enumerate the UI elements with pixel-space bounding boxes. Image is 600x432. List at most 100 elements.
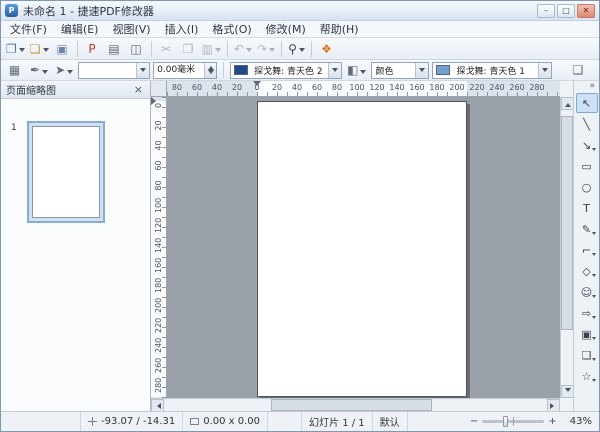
- shadow-button[interactable]: ❑: [567, 61, 588, 79]
- menu-file[interactable]: 文件(F): [3, 20, 54, 38]
- line-style-combo[interactable]: [78, 62, 150, 79]
- area-type-combo[interactable]: 颜色: [371, 62, 429, 79]
- tool-stars[interactable]: ☆: [576, 366, 598, 386]
- line-color-dropdown-button[interactable]: [328, 63, 341, 78]
- fill-color-combo[interactable]: 探戈舞: 青天色 1: [432, 62, 552, 79]
- menu-format[interactable]: 格式(O): [205, 20, 258, 38]
- v-ruler-label: 40: [154, 138, 163, 153]
- save-button[interactable]: ▣: [52, 39, 73, 58]
- zoom-slider-thumb[interactable]: [503, 416, 508, 427]
- zoom-value[interactable]: 43%: [570, 416, 592, 427]
- cut-button[interactable]: ✂: [156, 39, 177, 58]
- line-width-value[interactable]: 0.00毫米: [154, 63, 204, 78]
- zoom-in-icon[interactable]: +: [548, 417, 556, 427]
- area-style-button[interactable]: ◧: [345, 61, 368, 79]
- tool-arrow[interactable]: ↘: [576, 135, 598, 155]
- paste-button[interactable]: ▥: [200, 39, 223, 58]
- close-button[interactable]: ✕: [577, 4, 595, 18]
- toolbar-standard: ❐❏▣P▤◫✂❐▥↶↷⚲❖: [1, 38, 599, 60]
- toolbar-overflow-icon[interactable]: »: [589, 81, 599, 93]
- horizontal-ruler[interactable]: 8060402002040608010012014016018020022024…: [167, 81, 560, 97]
- menu-modify[interactable]: 修改(M): [259, 20, 313, 38]
- app-logo-button[interactable]: ❖: [316, 39, 337, 58]
- line-style-button[interactable]: ✒: [28, 61, 50, 79]
- rectangle-icon: ▭: [581, 161, 591, 172]
- undo-icon: ↶: [234, 43, 244, 55]
- v-scroll-thumb[interactable]: [561, 116, 573, 331]
- h-scroll-track[interactable]: [164, 399, 547, 411]
- document-page[interactable]: [257, 101, 467, 397]
- caret-down-icon: [332, 68, 338, 75]
- tool-block-arrows[interactable]: ⇨: [576, 303, 598, 323]
- open-folder-button[interactable]: ❏: [28, 39, 51, 58]
- fill-color-dropdown-button[interactable]: [538, 63, 551, 78]
- vertical-ruler[interactable]: 020406080100120140160180200220240260280: [151, 97, 167, 398]
- line-width-input[interactable]: 0.00毫米: [153, 62, 217, 79]
- undo-button[interactable]: ↶: [232, 39, 254, 58]
- menu-edit[interactable]: 编辑(E): [54, 20, 106, 38]
- tool-callouts[interactable]: ❏: [576, 345, 598, 365]
- status-zoom-segment[interactable]: 43%: [563, 412, 599, 431]
- tool-line[interactable]: ╲: [576, 114, 598, 134]
- v-ruler-label: 280: [154, 378, 163, 393]
- caret-down-icon: [269, 48, 275, 55]
- v-scroll-track[interactable]: [561, 110, 573, 385]
- zoom-button[interactable]: ⚲: [286, 39, 307, 58]
- page-thumbnail[interactable]: [27, 121, 105, 223]
- zoom-icon: ⚲: [288, 43, 297, 55]
- menu-insert[interactable]: 插入(I): [158, 20, 206, 38]
- pages-panel-title: 页面缩略图: [6, 82, 56, 97]
- slide-indicator: 幻灯片 1 / 1: [309, 414, 365, 429]
- minimize-button[interactable]: –: [537, 4, 555, 18]
- copy-button[interactable]: ❐: [178, 39, 199, 58]
- redo-button[interactable]: ↷: [255, 39, 277, 58]
- tool-basic-shapes[interactable]: ◇: [576, 261, 598, 281]
- tool-connector[interactable]: ⌐: [576, 240, 598, 260]
- status-style-segment[interactable]: 默认: [373, 412, 408, 431]
- area-type-dropdown-button[interactable]: [415, 63, 428, 78]
- zoom-control[interactable]: − +: [464, 417, 563, 427]
- menu-view[interactable]: 视图(V): [105, 20, 157, 38]
- canvas[interactable]: [167, 97, 560, 398]
- caret-down-icon: [592, 232, 596, 237]
- ruler-corner: [151, 81, 167, 97]
- page-style-value[interactable]: 默认: [380, 414, 400, 429]
- line-style-dropdown-button[interactable]: [136, 63, 149, 78]
- tool-text[interactable]: T: [576, 198, 598, 218]
- tool-curve[interactable]: ✎: [576, 219, 598, 239]
- horizontal-scrollbar[interactable]: [151, 398, 560, 411]
- panel-close-icon[interactable]: ×: [132, 84, 145, 95]
- stepper-down-icon[interactable]: [208, 70, 214, 77]
- tool-ellipse[interactable]: ○: [576, 177, 598, 197]
- print-button[interactable]: ▤: [104, 39, 125, 58]
- tool-rectangle[interactable]: ▭: [576, 156, 598, 176]
- arrow-style-button[interactable]: ➤: [53, 61, 75, 79]
- print-preview-button[interactable]: ◫: [126, 39, 147, 58]
- h-ruler-label: 220: [469, 83, 484, 92]
- zoom-slider[interactable]: [482, 420, 544, 423]
- cursor-position-value: -93.07 / -14.31: [101, 416, 175, 427]
- tool-symbol-shapes[interactable]: ☺: [576, 282, 598, 302]
- caret-down-icon: [246, 48, 252, 55]
- line-color-combo[interactable]: 探戈舞: 青天色 2: [230, 62, 342, 79]
- caret-down-icon: [592, 148, 596, 153]
- tool-flowchart[interactable]: ▣: [576, 324, 598, 344]
- app-window: P 未命名 1 - 捷速PDF修改器 – □ ✕ 文件(F)编辑(E)视图(V)…: [0, 0, 600, 432]
- new-document-button[interactable]: ❐: [4, 39, 27, 58]
- v-ruler-label: 160: [154, 258, 163, 273]
- menu-help[interactable]: 帮助(H): [313, 20, 366, 38]
- line-width-stepper[interactable]: [204, 63, 216, 78]
- paste-icon: ▥: [202, 43, 213, 55]
- export-pdf-button[interactable]: P: [82, 39, 103, 58]
- v-ruler-label: 260: [154, 358, 163, 373]
- h-ruler-label: 20: [272, 83, 282, 92]
- zoom-out-icon[interactable]: −: [470, 417, 478, 427]
- maximize-button[interactable]: □: [557, 4, 575, 18]
- h-scroll-thumb[interactable]: [271, 399, 432, 411]
- vertical-scrollbar[interactable]: [560, 97, 573, 398]
- grid-button[interactable]: ▦: [4, 61, 25, 79]
- app-icon: P: [5, 4, 18, 17]
- stepper-up-icon[interactable]: [208, 63, 214, 70]
- main-content: 页面缩略图 × 1 806040200204060801001201401601…: [1, 81, 599, 411]
- tool-select[interactable]: ↖: [576, 93, 598, 113]
